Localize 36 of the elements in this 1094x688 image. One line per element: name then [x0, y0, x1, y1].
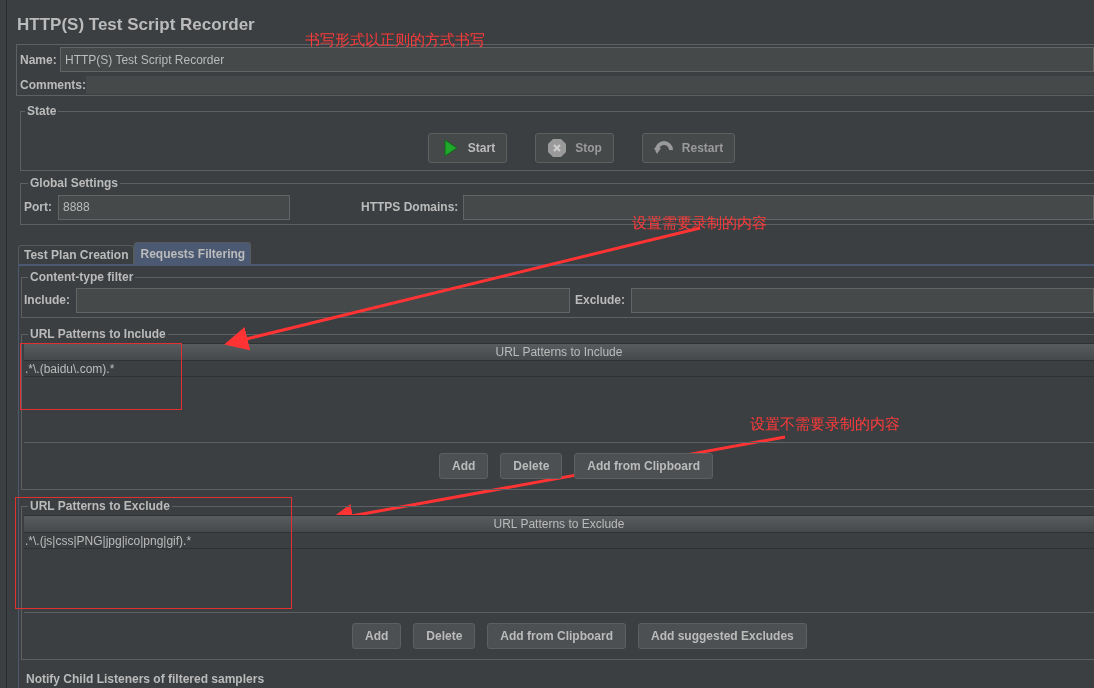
button[interactable]: Add: [352, 623, 402, 649]
button[interactable]: Add from Clipboard: [574, 453, 714, 479]
annotation-note: 设置需要录制的内容: [632, 213, 767, 233]
group-title: Global Settings: [29, 175, 119, 192]
column-header: URL Patterns to Exclude: [24, 515, 1094, 533]
button[interactable]: Delete: [413, 623, 476, 649]
button[interactable]: Delete: [500, 453, 563, 479]
field-label: Exclude:: [575, 292, 626, 309]
field-label: Port:: [24, 199, 52, 216]
field-label: HTTPS Domains:: [361, 199, 459, 216]
stop-icon: [547, 138, 568, 158]
button[interactable]: Add: [439, 453, 489, 479]
table-cell: .*\.(js|css|PNG|jpg|ico|png|gif).*: [24, 533, 1094, 549]
annotation-note: 设置不需要录制的内容: [750, 414, 900, 434]
table-cell: .*\.(baidu\.com).*: [24, 361, 1094, 377]
group-title: URL Patterns to Exclude: [29, 498, 171, 515]
tab[interactable]: Test Plan Creation: [18, 245, 135, 264]
field-label: Name:: [19, 51, 58, 69]
window-title: HTTP(S) Test Script Recorder: [17, 14, 255, 37]
button[interactable]: Add from Clipboard: [487, 623, 627, 649]
group-title: URL Patterns to Include: [29, 326, 167, 343]
include-field[interactable]: [76, 287, 570, 313]
name-field[interactable]: HTTP(S) Test Script Recorder: [60, 47, 1094, 72]
annotation-note: 书写形式以正则的方式书写: [305, 30, 485, 50]
group-title: Content-type filter: [29, 269, 135, 286]
group-title: Notify Child Listeners of filtered samplers: [26, 672, 265, 686]
field-label: Comments:: [19, 77, 86, 94]
comments-field[interactable]: [86, 76, 1094, 94]
column-header: URL Patterns to Include: [24, 343, 1094, 361]
tab[interactable]: Requests Filtering: [134, 242, 252, 264]
field-label: Include:: [24, 292, 70, 309]
group-title: State: [26, 103, 58, 120]
button[interactable]: Add suggested Excludes: [638, 623, 807, 649]
port-field[interactable]: 8888: [58, 194, 290, 220]
start-button[interactable]: Start: [427, 133, 508, 163]
exclude-field[interactable]: [631, 287, 1094, 313]
